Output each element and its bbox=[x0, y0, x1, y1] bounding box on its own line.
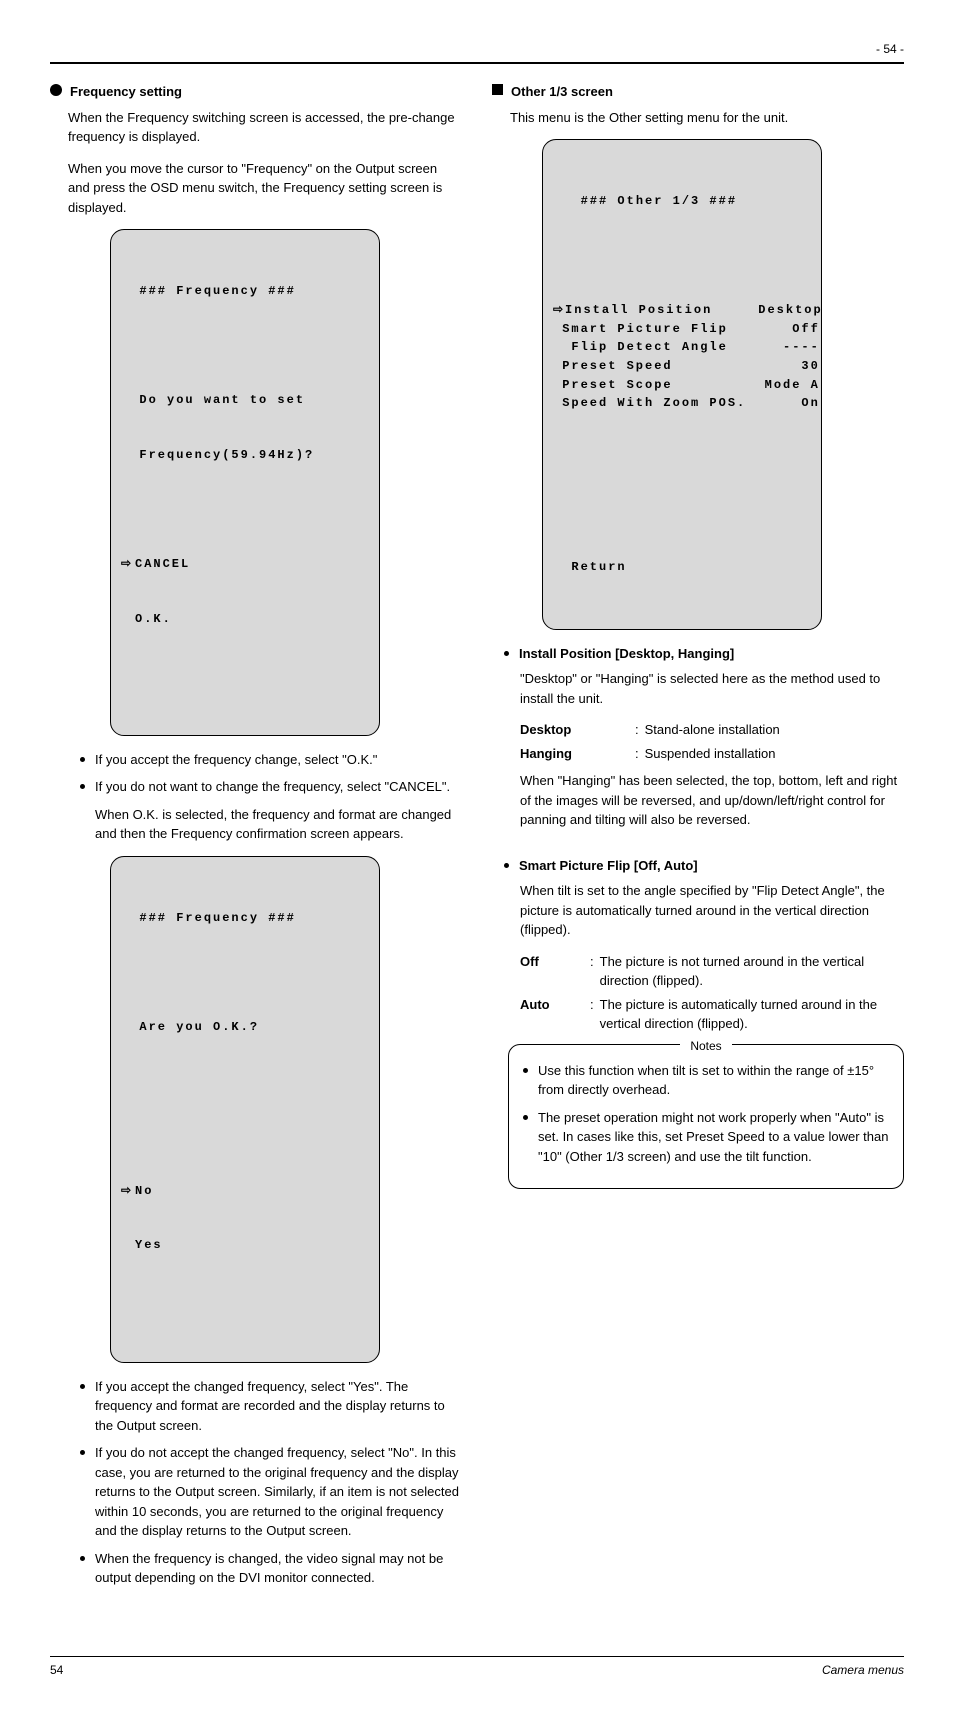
flip-off-row: Off: The picture is not turned around in… bbox=[520, 952, 904, 991]
disc-bullet-icon bbox=[504, 651, 509, 656]
left-intro-2: When you move the cursor to "Frequency" … bbox=[68, 159, 462, 218]
osd2-yes[interactable]: Yes bbox=[121, 1236, 369, 1255]
osd-other-row[interactable]: Preset Speed 30 bbox=[553, 357, 811, 376]
osd1-title: ### Frequency ### bbox=[121, 282, 369, 301]
install-desktop-row: Desktop: Stand-alone installation bbox=[520, 720, 904, 740]
install-position-title: Install Position [Desktop, Hanging] bbox=[519, 644, 734, 664]
top-rule bbox=[50, 62, 904, 64]
left-b1-0: If you accept the frequency change, sele… bbox=[95, 750, 377, 770]
osd-other-row[interactable]: Speed With Zoom POS. On bbox=[553, 394, 811, 413]
osd-other: ### Other 1/3 ### ⇨Install Position Desk… bbox=[542, 139, 822, 630]
notes-box: Notes Use this function when tilt is set… bbox=[508, 1044, 904, 1190]
notes-title: Notes bbox=[680, 1039, 731, 1053]
osd1-ok[interactable]: O.K. bbox=[121, 610, 369, 629]
osd-other-title: ### Other 1/3 ### bbox=[553, 192, 811, 211]
left-heading: Frequency setting bbox=[70, 82, 182, 102]
osd-other-row[interactable]: Preset Scope Mode A bbox=[553, 376, 811, 395]
osd-other-row[interactable]: Flip Detect Angle ---- bbox=[553, 338, 811, 357]
left-intro-1: When the Frequency switching screen is a… bbox=[68, 108, 462, 147]
circle-bullet-icon bbox=[50, 84, 62, 96]
disc-bullet-icon bbox=[80, 1450, 85, 1455]
disc-bullet-icon bbox=[80, 1384, 85, 1389]
install-position-note: When "Hanging" has been selected, the to… bbox=[520, 771, 904, 830]
disc-bullet-icon bbox=[523, 1115, 528, 1120]
arrow-right-icon bbox=[121, 1182, 135, 1201]
left-b2-2: When the frequency is changed, the video… bbox=[95, 1549, 462, 1588]
disc-bullet-icon bbox=[523, 1068, 528, 1073]
smart-flip-title: Smart Picture Flip [Off, Auto] bbox=[519, 856, 698, 876]
smart-flip-desc: When tilt is set to the angle specified … bbox=[520, 881, 904, 940]
footer-section: Camera menus bbox=[822, 1661, 904, 1679]
left-b1-1: If you do not want to change the frequen… bbox=[95, 777, 450, 797]
disc-bullet-icon bbox=[80, 757, 85, 762]
left-b1-2: When O.K. is selected, the frequency and… bbox=[95, 805, 462, 844]
notes-item-1: The preset operation might not work prop… bbox=[538, 1108, 889, 1167]
notes-item-0: Use this function when tilt is set to wi… bbox=[538, 1061, 889, 1100]
osd2-no[interactable]: No bbox=[121, 1182, 369, 1201]
left-column: Frequency setting When the Frequency swi… bbox=[50, 82, 462, 1596]
disc-bullet-icon bbox=[80, 784, 85, 789]
osd-frequency-set: ### Frequency ### Do you want to set Fre… bbox=[110, 229, 380, 736]
osd1-cancel[interactable]: CANCEL bbox=[121, 555, 369, 574]
osd-other-row[interactable]: ⇨Install Position Desktop bbox=[553, 301, 811, 320]
install-hanging-row: Hanging: Suspended installation bbox=[520, 744, 904, 764]
footer-page-num: 54 bbox=[50, 1661, 63, 1679]
flip-auto-row: Auto: The picture is automatically turne… bbox=[520, 995, 904, 1034]
osd2-prompt: Are you O.K.? bbox=[121, 1018, 369, 1037]
right-heading: Other 1/3 screen bbox=[511, 82, 613, 102]
osd-other-row[interactable]: Smart Picture Flip Off bbox=[553, 320, 811, 339]
page-number: - 54 - bbox=[50, 40, 904, 58]
left-b2-0: If you accept the changed frequency, sel… bbox=[95, 1377, 462, 1436]
square-bullet-icon bbox=[492, 84, 503, 95]
right-intro: This menu is the Other setting menu for … bbox=[510, 108, 904, 128]
osd-other-return[interactable]: Return bbox=[553, 558, 811, 577]
right-column: Other 1/3 screen This menu is the Other … bbox=[492, 82, 904, 1596]
disc-bullet-icon bbox=[504, 863, 509, 868]
osd1-prompt-l1: Do you want to set bbox=[121, 391, 369, 410]
disc-bullet-icon bbox=[80, 1556, 85, 1561]
osd2-title: ### Frequency ### bbox=[121, 909, 369, 928]
osd1-prompt-l2: Frequency(59.94Hz)? bbox=[121, 446, 369, 465]
install-position-desc: "Desktop" or "Hanging" is selected here … bbox=[520, 669, 904, 708]
left-b2-1: If you do not accept the changed frequen… bbox=[95, 1443, 462, 1541]
osd-frequency-confirm: ### Frequency ### Are you O.K.? No Yes bbox=[110, 856, 380, 1363]
arrow-right-icon bbox=[121, 555, 135, 574]
